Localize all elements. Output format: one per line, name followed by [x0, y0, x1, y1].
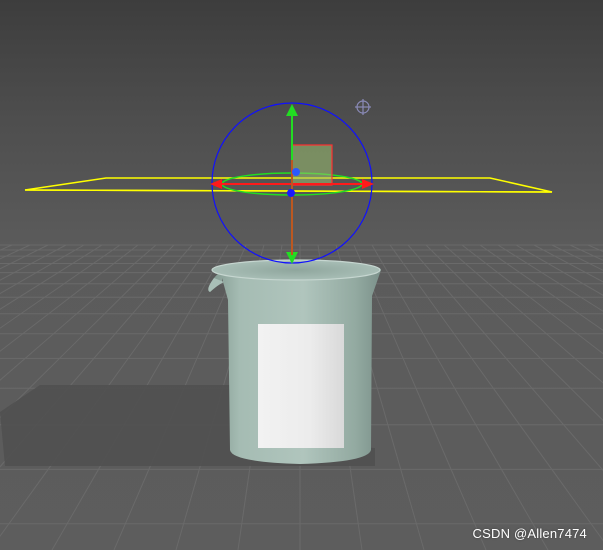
- grid-line-depth: [479, 244, 603, 331]
- grid-line-depth: [497, 244, 603, 312]
- grid-line-depth: [407, 244, 603, 472]
- grid-line-depth: [533, 244, 603, 283]
- crosshair-pivot-icon[interactable]: [355, 99, 371, 115]
- z-axis-handle[interactable]: [292, 168, 300, 176]
- scale-handle-box[interactable]: [291, 144, 333, 186]
- transform-gizmo[interactable]: [210, 102, 374, 264]
- gizmo-center[interactable]: [287, 189, 295, 197]
- grid-line-depth: [569, 244, 603, 261]
- grid-line-depth: [515, 244, 603, 296]
- beaker-label: [258, 324, 344, 448]
- y-axis-arrow-up[interactable]: [286, 104, 298, 116]
- watermark-text: CSDN @Allen7474: [472, 526, 587, 541]
- beaker-model[interactable]: [208, 259, 381, 464]
- grid-line-depth: [0, 244, 13, 251]
- scene-canvas[interactable]: [0, 0, 603, 550]
- grid-line-depth: [461, 244, 603, 355]
- 3d-viewport[interactable]: CSDN @Allen7474: [0, 0, 603, 550]
- grid-line-depth: [443, 244, 603, 384]
